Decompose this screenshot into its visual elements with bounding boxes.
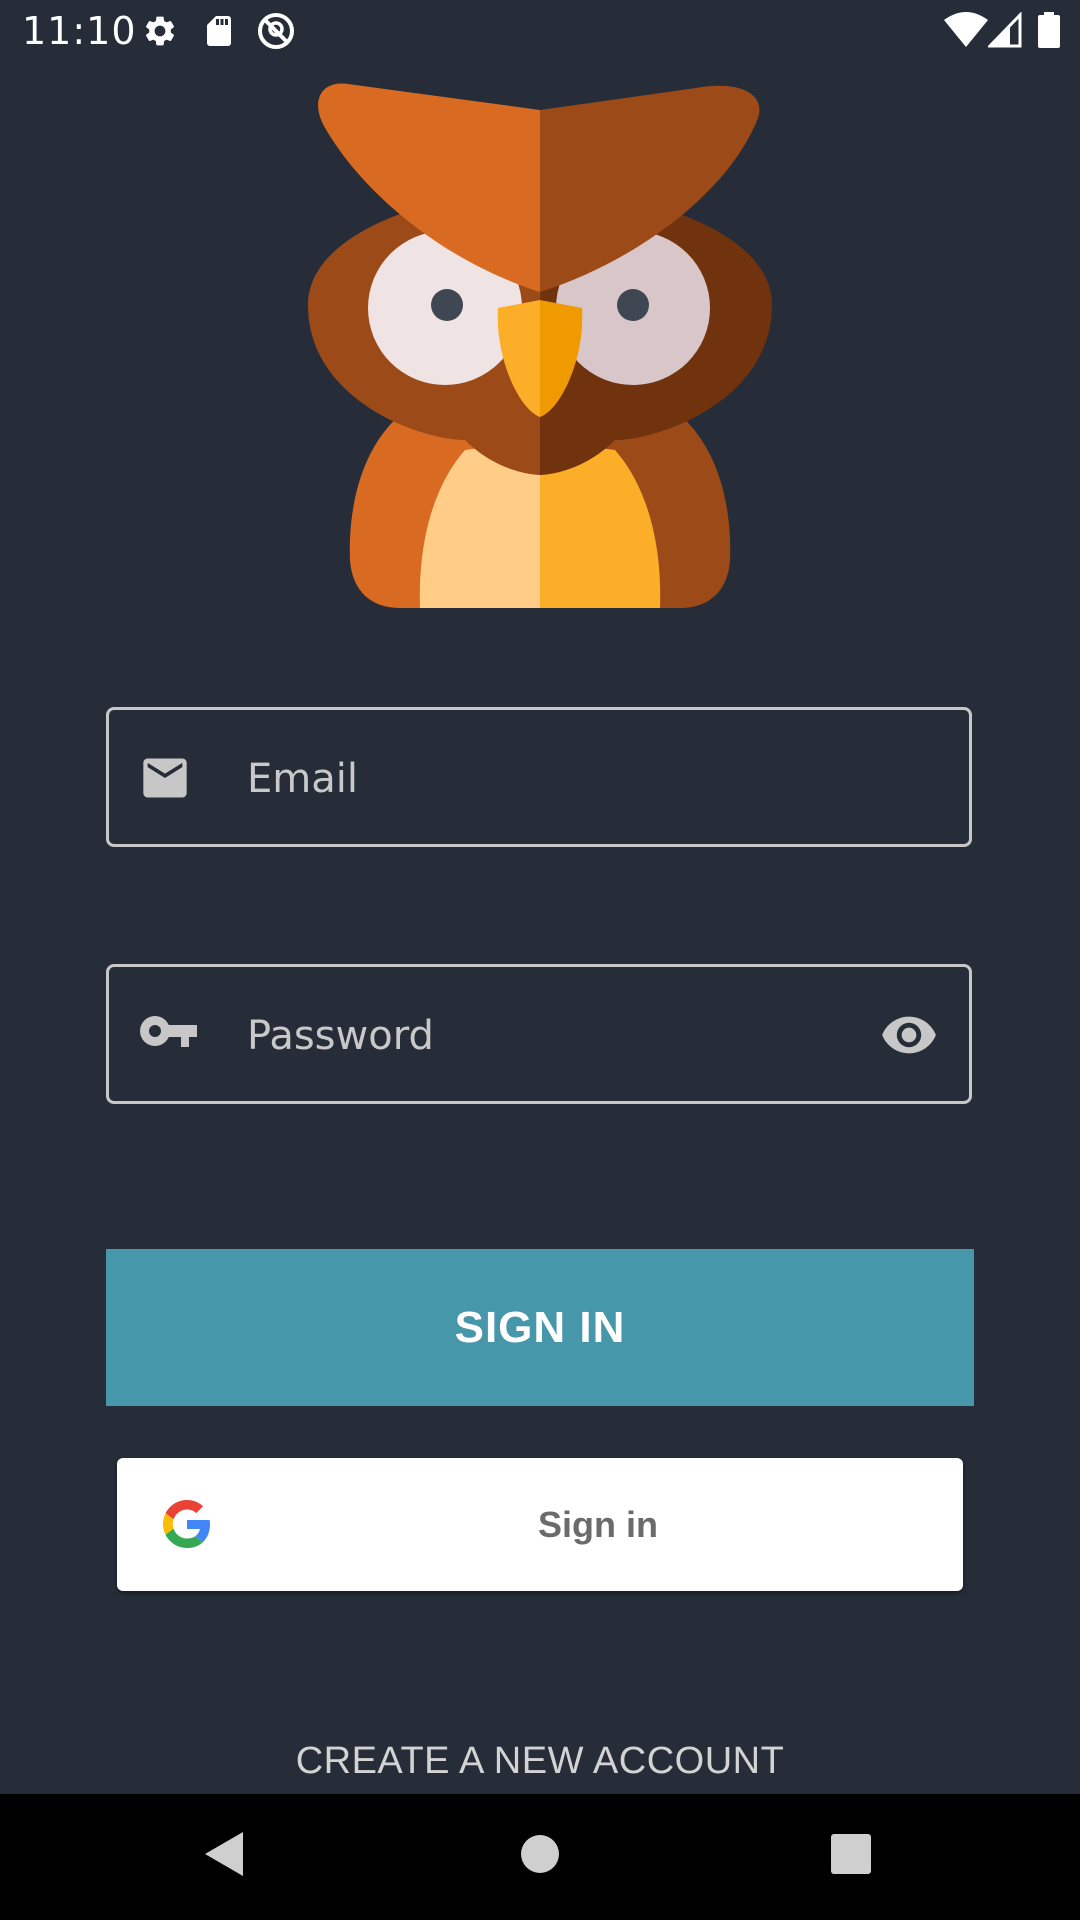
email-input[interactable] (245, 738, 809, 820)
sign-in-button[interactable]: SIGN IN (106, 1249, 974, 1406)
back-icon[interactable] (203, 1830, 245, 1878)
eye-icon[interactable] (879, 1013, 939, 1057)
wifi-icon (944, 12, 988, 47)
owl-logo-icon (308, 83, 772, 608)
mail-icon (143, 758, 187, 798)
home-icon[interactable] (520, 1834, 560, 1874)
status-time: 11:10 (22, 9, 137, 53)
password-input[interactable] (245, 995, 809, 1077)
cellular-signal-icon (988, 12, 1022, 48)
create-account-link[interactable]: CREATE A NEW ACCOUNT (0, 1740, 1080, 1783)
gear-icon (145, 16, 175, 46)
email-field[interactable] (106, 707, 972, 847)
battery-icon (1038, 12, 1060, 48)
password-field[interactable] (106, 964, 972, 1104)
sd-card-icon (207, 16, 231, 46)
navigation-bar (0, 1794, 1080, 1920)
no-location-icon (258, 13, 294, 49)
key-icon (140, 1016, 197, 1047)
status-bar: 11:10 (0, 0, 1080, 62)
google-sign-in-button[interactable]: Sign in (117, 1458, 963, 1591)
recents-icon[interactable] (831, 1834, 871, 1874)
google-sign-in-label: Sign in (538, 1503, 658, 1545)
